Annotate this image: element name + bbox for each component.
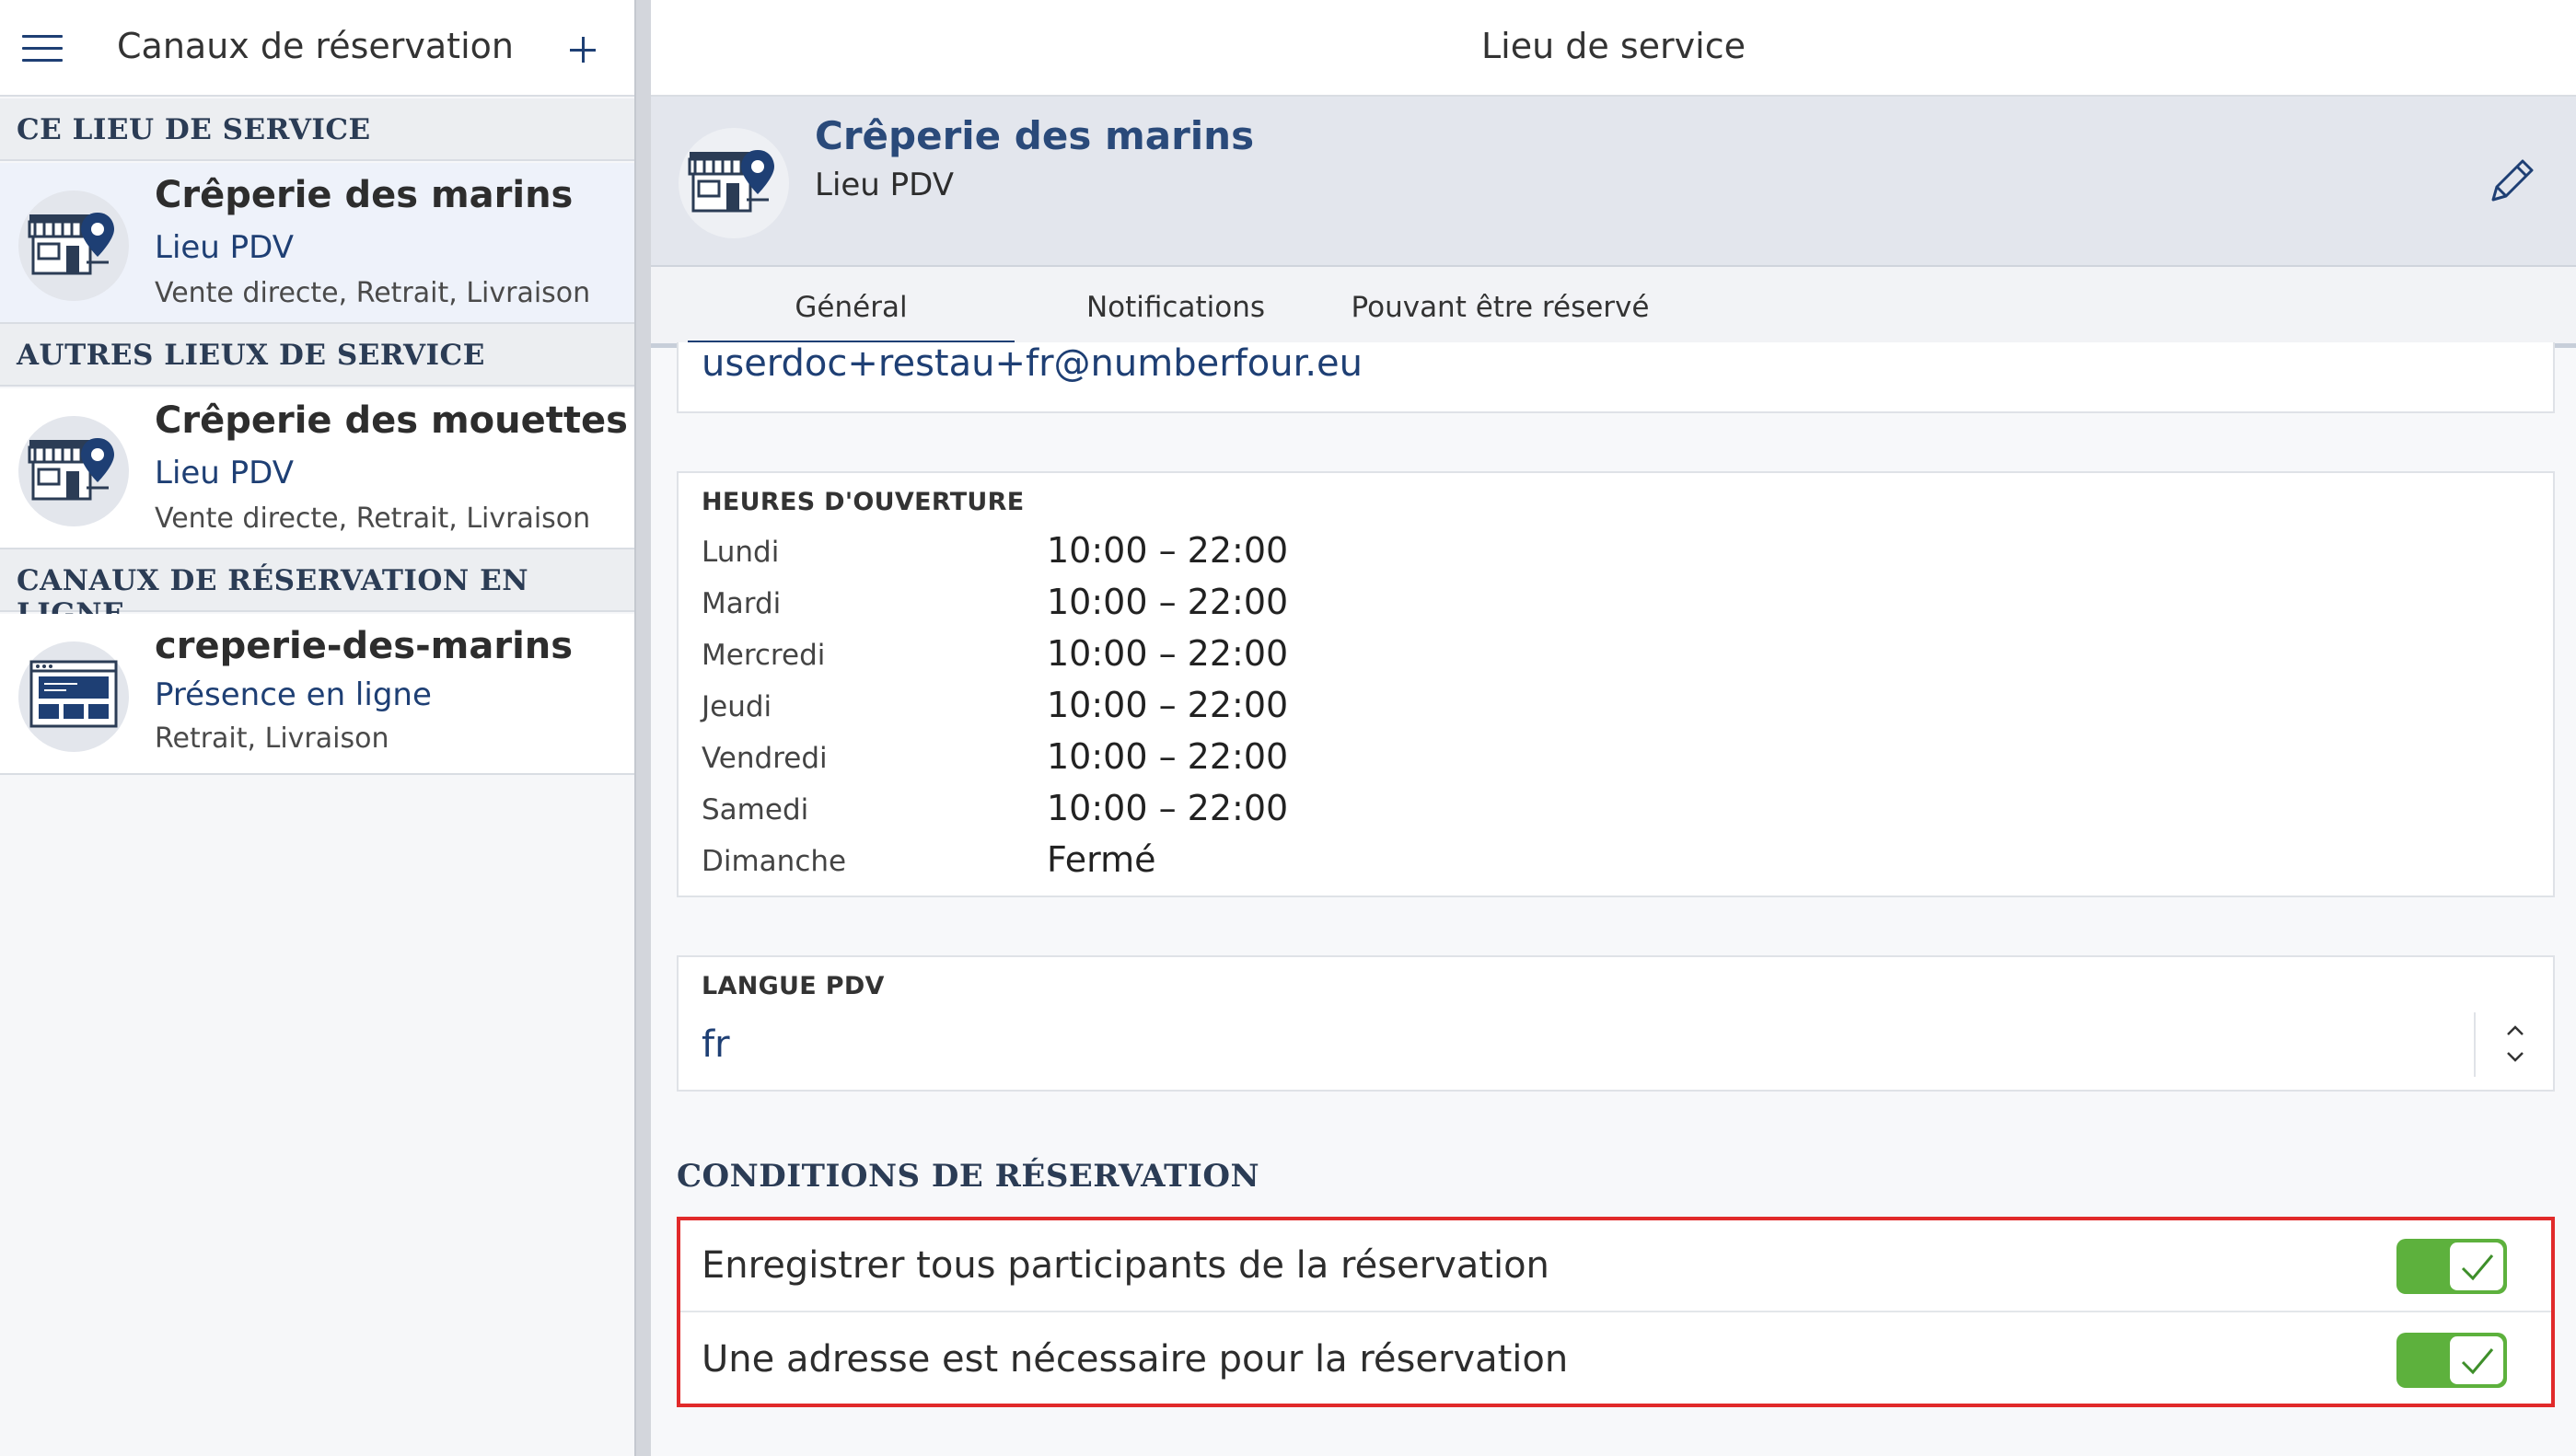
tab-bookable[interactable]: Pouvant être réservé: [1337, 291, 1664, 324]
list-item-creperie-des-marins[interactable]: Crêperie des marins Lieu PDV Vente direc…: [0, 163, 634, 324]
entity-subtitle: Lieu PDV: [815, 167, 955, 203]
tab-general[interactable]: Général: [688, 291, 1015, 324]
item-subtitle: Lieu PDV: [155, 229, 295, 266]
item-details: Vente directe, Retrait, Livraison: [155, 503, 591, 535]
booking-conditions-box: Enregistrer tous participants de la rése…: [677, 1217, 2555, 1407]
email-card: userdoc+restau+fr@numberfour.eu: [677, 342, 2555, 413]
hours-value: Fermé: [1047, 839, 1156, 880]
section-heading-online-channels: CANAUX DE RÉSERVATION EN LIGNE: [0, 549, 634, 630]
tab-bar: Général Notifications Pouvant être réser…: [651, 267, 2576, 348]
toggle-knob: [2450, 1336, 2503, 1384]
hours-value: 10:00 – 22:00: [1047, 736, 1289, 777]
day-label: Jeudi: [702, 690, 772, 723]
list-item-creperie-des-mouettes[interactable]: Crêperie des mouettes Lieu PDV Vente dir…: [0, 388, 634, 549]
list-item-creperie-des-marins-online[interactable]: creperie-des-marins Présence en ligne Re…: [0, 614, 634, 775]
chevron-up-down-icon[interactable]: [2497, 1016, 2534, 1071]
item-details: Vente directe, Retrait, Livraison: [155, 277, 591, 309]
hours-value: 10:00 – 22:00: [1047, 530, 1289, 571]
left-header: Canaux de réservation: [0, 0, 634, 97]
shop-location-icon: [679, 128, 789, 238]
item-title: creperie-des-marins: [155, 625, 574, 667]
language-label: LANGUE PDV: [702, 972, 885, 1000]
opening-hours-card[interactable]: HEURES D'OUVERTURE Lundi 10:00 – 22:00 M…: [677, 471, 2555, 897]
entity-header: Crêperie des marins Lieu PDV: [651, 97, 2576, 267]
browser-window-icon: [18, 641, 129, 752]
condition-row: Une adresse est nécessaire pour la réser…: [680, 1314, 2551, 1406]
opening-hours-label: HEURES D'OUVERTURE: [702, 488, 1025, 516]
right-header: Lieu de service: [651, 0, 2576, 97]
day-label: Samedi: [702, 793, 809, 826]
item-subtitle: Lieu PDV: [155, 455, 295, 491]
left-pane-title: Canaux de réservation: [117, 26, 514, 66]
day-label: Vendredi: [702, 742, 828, 775]
item-title: Crêperie des marins: [155, 174, 574, 216]
service-location-pane: Lieu de service Crêperie des marins Lieu…: [651, 0, 2576, 1456]
entity-title: Crêperie des marins: [815, 113, 1255, 158]
pane-divider[interactable]: [634, 0, 651, 1456]
booking-conditions-heading: CONDITIONS DE RÉSERVATION: [677, 1158, 1260, 1195]
hours-value: 10:00 – 22:00: [1047, 582, 1289, 622]
item-title: Crêperie des mouettes: [155, 399, 628, 442]
hamburger-menu-icon[interactable]: [22, 35, 63, 63]
booking-channels-pane: Canaux de réservation CE LIEU DE SERVICE…: [0, 0, 634, 1456]
condition-row: Enregistrer tous participants de la rése…: [680, 1220, 2551, 1312]
register-participants-toggle[interactable]: [2396, 1239, 2507, 1294]
add-channel-icon[interactable]: [565, 31, 602, 68]
day-label: Dimanche: [702, 845, 847, 878]
shop-location-icon: [18, 191, 129, 301]
checkmark-icon: [2461, 1348, 2494, 1375]
checkmark-icon: [2461, 1254, 2494, 1281]
language-separator: [2474, 1012, 2476, 1077]
item-details: Retrait, Livraison: [155, 722, 389, 755]
edit-pencil-icon[interactable]: [2484, 154, 2539, 209]
condition-label: Enregistrer tous participants de la rése…: [702, 1244, 1549, 1287]
hours-value: 10:00 – 22:00: [1047, 685, 1289, 725]
tab-notifications[interactable]: Notifications: [1015, 291, 1337, 324]
day-label: Mardi: [702, 587, 782, 620]
language-card[interactable]: LANGUE PDV fr: [677, 955, 2555, 1092]
hours-value: 10:00 – 22:00: [1047, 788, 1289, 828]
section-heading-other-locations: AUTRES LIEUX DE SERVICE: [0, 324, 634, 387]
toggle-knob: [2450, 1242, 2503, 1290]
address-required-toggle[interactable]: [2396, 1333, 2507, 1388]
item-subtitle: Présence en ligne: [155, 676, 432, 713]
hours-value: 10:00 – 22:00: [1047, 633, 1289, 674]
shop-location-icon: [18, 416, 129, 526]
condition-label: Une adresse est nécessaire pour la réser…: [702, 1338, 1569, 1381]
right-pane-title: Lieu de service: [1481, 26, 1746, 66]
day-label: Lundi: [702, 536, 780, 569]
day-label: Mercredi: [702, 639, 826, 672]
section-heading-this-location: CE LIEU DE SERVICE: [0, 98, 634, 161]
email-value[interactable]: userdoc+restau+fr@numberfour.eu: [702, 342, 1363, 385]
language-value: fr: [702, 1023, 730, 1066]
